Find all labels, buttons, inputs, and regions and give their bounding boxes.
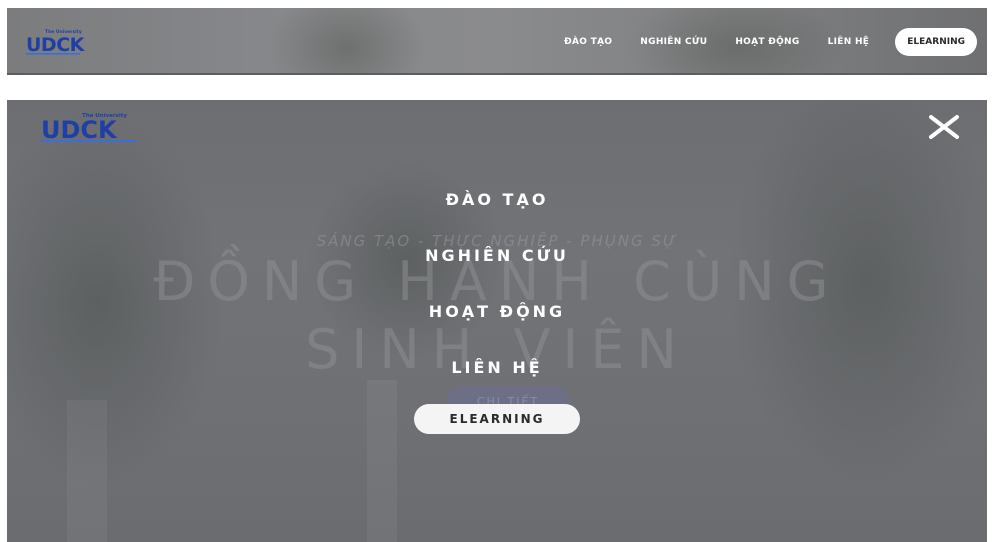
menu-overlay: SÁNG TẠO - THỰC NGHIỆP - PHỤNG SỰ ĐỒNG H…: [7, 100, 987, 542]
logo-text: UDCK: [26, 34, 85, 56]
elearning-button[interactable]: ELEARNING: [895, 28, 977, 56]
udck-logo[interactable]: The University UDCK: [40, 110, 140, 144]
nav-link-dao-tao[interactable]: ĐÀO TẠO: [564, 37, 612, 47]
menu-item-nghien-cuu[interactable]: NGHIÊN CỨU: [425, 242, 569, 270]
background-tree-shape: [267, 8, 427, 75]
header-divider: [7, 73, 987, 75]
udck-logo[interactable]: The University UDCK: [25, 25, 85, 57]
nav-link-lien-he[interactable]: LIÊN HỆ: [828, 37, 870, 47]
menu-item-dao-tao[interactable]: ĐÀO TẠO: [446, 186, 549, 214]
menu-item-lien-he[interactable]: LIÊN HỆ: [451, 354, 542, 382]
menu-item-hoat-dong[interactable]: HOẠT ĐỘNG: [429, 298, 565, 326]
overlay-menu: ĐÀO TẠO NGHIÊN CỨU HOẠT ĐỘNG LIÊN HỆ ELE…: [7, 186, 987, 434]
site-header: The University UDCK ĐÀO TẠO NGHIÊN CỨU H…: [7, 8, 987, 75]
nav-link-nghien-cuu[interactable]: NGHIÊN CỨU: [640, 37, 707, 47]
close-icon[interactable]: [927, 114, 961, 140]
main-nav: ĐÀO TẠO NGHIÊN CỨU HOẠT ĐỘNG LIÊN HỆ ELE…: [564, 28, 977, 56]
logo-text: UDCK: [41, 116, 118, 144]
nav-link-hoat-dong[interactable]: HOẠT ĐỘNG: [735, 37, 799, 47]
elearning-button[interactable]: ELEARNING: [414, 404, 580, 434]
